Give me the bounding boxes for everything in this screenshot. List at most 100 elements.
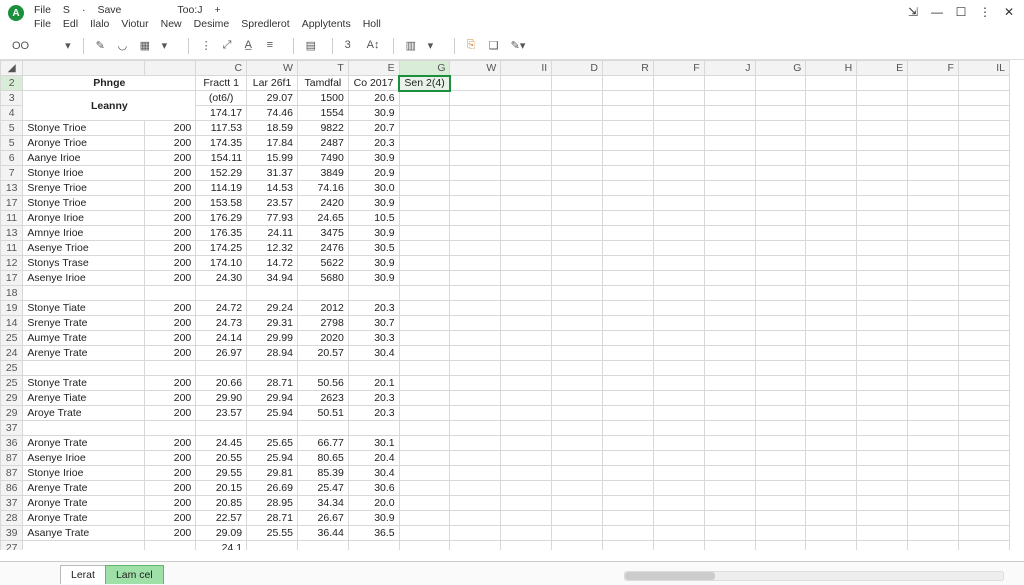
cell[interactable]: 200 [145, 391, 196, 406]
cell[interactable]: 20.7 [348, 121, 399, 136]
cell[interactable]: Tamdfal [297, 76, 348, 91]
menu-file[interactable]: File [30, 17, 55, 31]
cell[interactable] [603, 466, 654, 481]
cell[interactable] [806, 346, 857, 361]
cell[interactable]: 153.58 [196, 196, 247, 211]
cell[interactable] [603, 406, 654, 421]
cell[interactable] [399, 331, 450, 346]
cell[interactable] [552, 481, 603, 496]
cell[interactable] [704, 496, 755, 511]
cell[interactable] [552, 466, 603, 481]
row-header[interactable]: 37 [1, 421, 23, 436]
cell[interactable] [603, 421, 654, 436]
cell[interactable] [603, 496, 654, 511]
cell[interactable]: Stonye Trioe [23, 121, 145, 136]
cell[interactable] [399, 271, 450, 286]
row-header[interactable]: 86 [1, 481, 23, 496]
close-icon[interactable]: ✕ [1002, 5, 1016, 19]
expand-icon[interactable]: ⤢ [223, 39, 237, 53]
cell[interactable]: 30.9 [348, 511, 399, 526]
cell[interactable] [958, 406, 1009, 421]
cell[interactable]: 18.59 [247, 121, 298, 136]
cell[interactable] [603, 271, 654, 286]
cell[interactable] [704, 316, 755, 331]
cell[interactable] [908, 136, 959, 151]
cell[interactable] [806, 376, 857, 391]
name-box[interactable]: OO [12, 40, 29, 52]
cell[interactable] [501, 286, 552, 301]
cell[interactable] [704, 526, 755, 541]
cell[interactable]: 20.1 [348, 376, 399, 391]
cell[interactable] [755, 181, 806, 196]
cell[interactable]: Stonye Irioe [23, 166, 145, 181]
cell[interactable] [653, 316, 704, 331]
cell[interactable]: 200 [145, 166, 196, 181]
cell[interactable] [552, 136, 603, 151]
cell[interactable] [704, 301, 755, 316]
cell[interactable]: 200 [145, 226, 196, 241]
cell[interactable] [348, 361, 399, 376]
cell[interactable] [958, 331, 1009, 346]
cell[interactable] [450, 481, 501, 496]
cell[interactable] [806, 121, 857, 136]
cell[interactable]: 20.6 [348, 91, 399, 106]
cell[interactable] [450, 346, 501, 361]
row-header[interactable]: 25 [1, 376, 23, 391]
cell[interactable]: 17.84 [247, 136, 298, 151]
cell[interactable] [653, 196, 704, 211]
cell[interactable] [908, 211, 959, 226]
cell[interactable] [552, 451, 603, 466]
row-header[interactable]: 17 [1, 271, 23, 286]
cell[interactable] [653, 406, 704, 421]
cell[interactable] [806, 166, 857, 181]
cell[interactable]: Asenye Trioe [23, 241, 145, 256]
cell[interactable] [552, 316, 603, 331]
cell[interactable] [857, 361, 908, 376]
cell[interactable]: 200 [145, 511, 196, 526]
cell[interactable] [857, 451, 908, 466]
cell[interactable] [501, 181, 552, 196]
minimize-icon[interactable]: — [930, 5, 944, 19]
cell[interactable]: 29.90 [196, 391, 247, 406]
cell[interactable] [501, 346, 552, 361]
cell[interactable]: 3849 [297, 166, 348, 181]
cell[interactable] [908, 361, 959, 376]
cell[interactable] [23, 541, 145, 551]
cell[interactable] [958, 151, 1009, 166]
cell[interactable] [908, 466, 959, 481]
cell[interactable] [552, 286, 603, 301]
cell[interactable] [704, 136, 755, 151]
cell[interactable] [755, 541, 806, 551]
cell[interactable] [603, 136, 654, 151]
cell[interactable] [755, 286, 806, 301]
cell[interactable] [704, 541, 755, 551]
cell[interactable]: 30.0 [348, 181, 399, 196]
row-header[interactable]: 3 [1, 91, 23, 106]
cell[interactable] [704, 196, 755, 211]
cell[interactable]: Co 2017 [348, 76, 399, 91]
cell[interactable] [958, 256, 1009, 271]
cell[interactable]: 2798 [297, 316, 348, 331]
row-header[interactable]: 29 [1, 406, 23, 421]
cell[interactable] [857, 541, 908, 551]
row-header[interactable]: 28 [1, 511, 23, 526]
cell[interactable] [908, 421, 959, 436]
cell[interactable] [552, 301, 603, 316]
cell[interactable] [450, 226, 501, 241]
cell[interactable] [857, 316, 908, 331]
cell[interactable]: 50.51 [297, 406, 348, 421]
cell[interactable] [958, 466, 1009, 481]
sheet-tab-lamcel[interactable]: Lam cel [105, 565, 164, 584]
cell[interactable]: 24.30 [196, 271, 247, 286]
cell[interactable] [806, 526, 857, 541]
cell[interactable]: 200 [145, 466, 196, 481]
cell[interactable] [908, 406, 959, 421]
cell[interactable] [552, 391, 603, 406]
cell[interactable]: 200 [145, 301, 196, 316]
cell[interactable] [958, 271, 1009, 286]
cell[interactable] [806, 136, 857, 151]
cell[interactable]: 200 [145, 496, 196, 511]
cell[interactable] [857, 421, 908, 436]
cell[interactable]: 34.34 [297, 496, 348, 511]
row-header[interactable]: 87 [1, 451, 23, 466]
